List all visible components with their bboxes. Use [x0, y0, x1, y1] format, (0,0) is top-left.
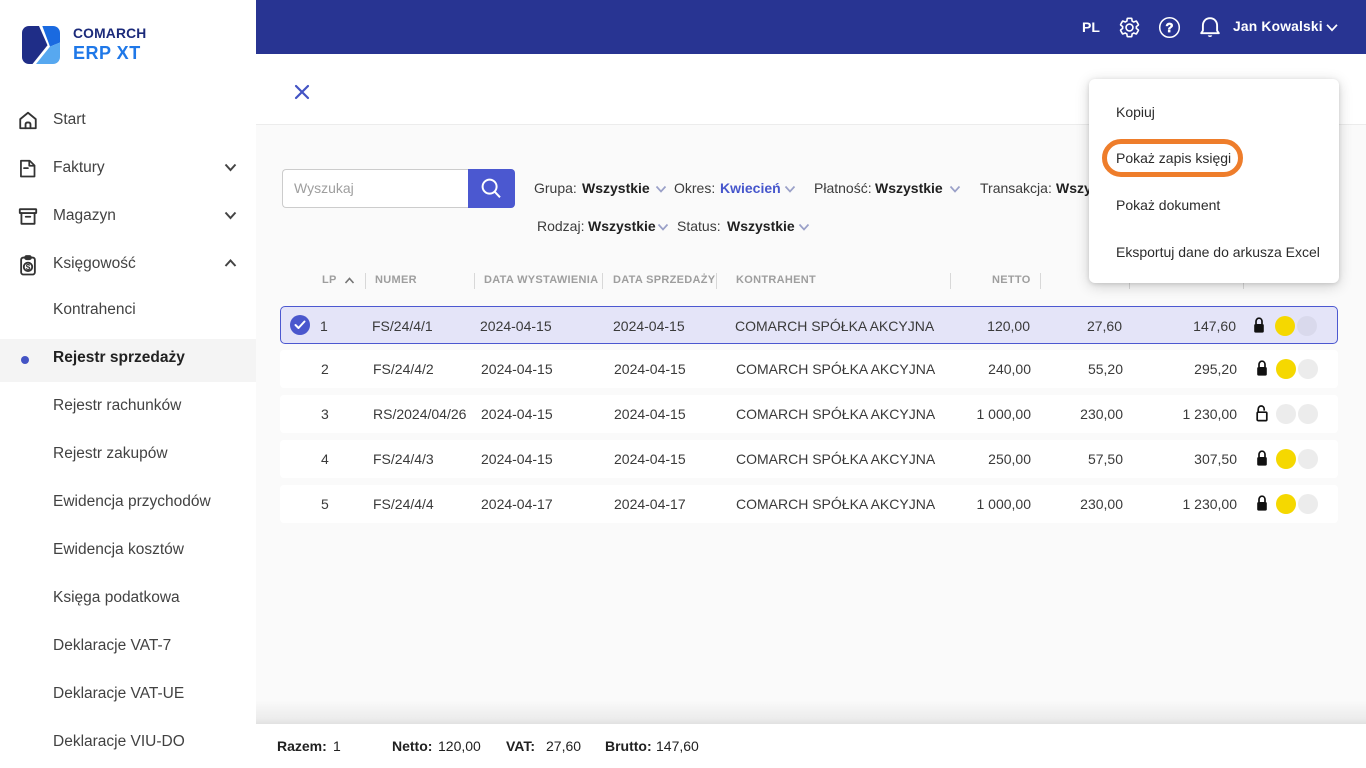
- svg-text:$: $: [26, 263, 31, 272]
- svg-text:?: ?: [1166, 20, 1174, 35]
